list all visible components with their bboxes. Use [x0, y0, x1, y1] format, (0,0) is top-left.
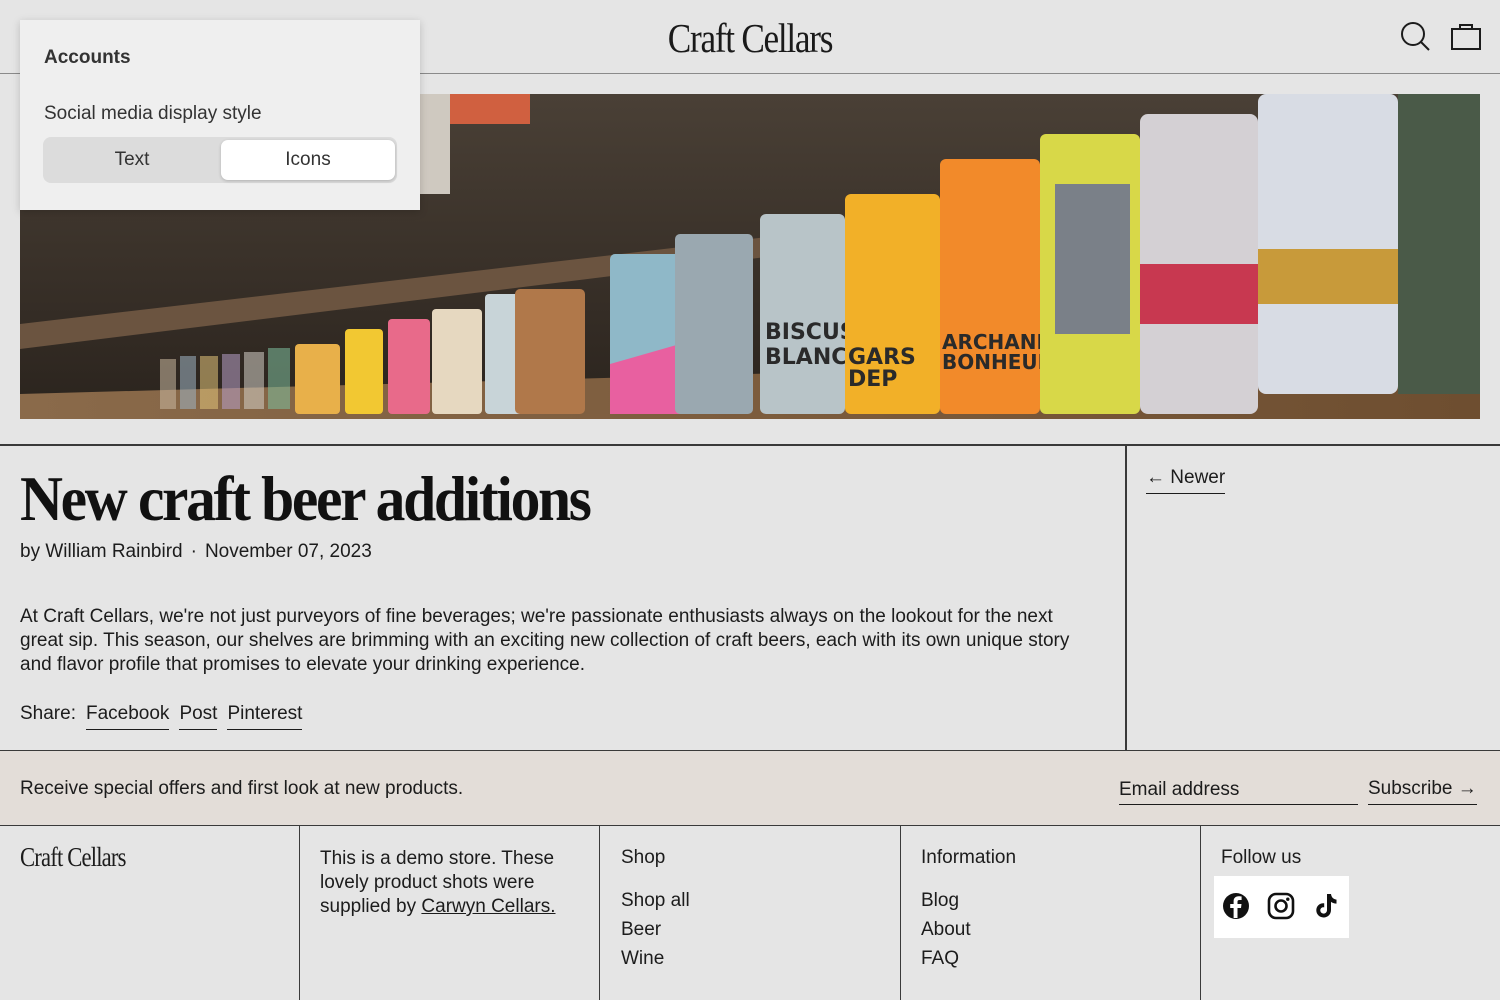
article-title: New craft beer additions	[20, 463, 592, 534]
footer-link-beer[interactable]: Beer	[621, 919, 661, 940]
newsletter-message: Receive special offers and first look at…	[20, 778, 464, 799]
share-label: Share:	[20, 703, 76, 724]
share-facebook-link[interactable]: Facebook	[85, 703, 170, 730]
article-date: November 07, 2023	[204, 541, 372, 562]
style-option-icons[interactable]: Icons	[221, 140, 395, 180]
cart-icon[interactable]	[1450, 20, 1482, 52]
email-field[interactable]	[1119, 775, 1358, 805]
footer-logo[interactable]: Craft Cellars	[20, 842, 126, 873]
footer-information-list: Blog About FAQ	[921, 890, 971, 977]
panel-title: Accounts	[44, 47, 131, 68]
svg-text:DEP: DEP	[848, 367, 897, 392]
footer-demo-text: This is a demo store. These lovely produ…	[320, 847, 580, 919]
instagram-icon[interactable]	[1266, 891, 1296, 921]
article-body: At Craft Cellars, we're not just purveyo…	[20, 606, 1070, 675]
footer-shop-heading: Shop	[621, 847, 666, 868]
article-author: by William Rainbird	[20, 541, 183, 562]
section-divider	[0, 444, 1500, 446]
svg-text:BONHEUR: BONHEUR	[942, 350, 1053, 374]
footer-follow-heading: Follow us	[1221, 847, 1302, 868]
footer-link-shop-all[interactable]: Shop all	[621, 890, 690, 911]
footer-shop-list: Shop all Beer Wine	[621, 890, 690, 977]
footer-link-wine[interactable]: Wine	[621, 948, 664, 969]
newer-post-link[interactable]: ← Newer	[1146, 467, 1226, 494]
article-sidebar-divider	[1125, 445, 1127, 751]
svg-text:BLANC: BLANC	[765, 345, 847, 370]
social-style-toggle: Text Icons	[43, 137, 397, 183]
carwyn-cellars-link[interactable]: Carwyn Cellars.	[421, 896, 555, 917]
style-option-text[interactable]: Text	[45, 140, 219, 180]
tiktok-icon[interactable]	[1311, 891, 1341, 921]
share-pinterest-link[interactable]: Pinterest	[227, 703, 303, 730]
footer-link-about[interactable]: About	[921, 919, 971, 940]
search-icon[interactable]	[1399, 20, 1431, 52]
footer-link-faq[interactable]: FAQ	[921, 948, 959, 969]
article-byline: by William Rainbird · November 07, 2023	[20, 541, 372, 563]
newsletter-bar: Receive special offers and first look at…	[0, 751, 1500, 826]
share-post-link[interactable]: Post	[179, 703, 218, 730]
footer-link-blog[interactable]: Blog	[921, 890, 959, 911]
share-links: Share: Facebook Post Pinterest	[20, 703, 312, 730]
facebook-icon[interactable]	[1221, 891, 1251, 921]
svg-text:BISCUS: BISCUS	[765, 320, 856, 345]
social-icons	[1214, 876, 1349, 938]
social-style-label: Social media display style	[44, 103, 262, 124]
byline-separator: ·	[190, 541, 197, 562]
subscribe-button[interactable]: Subscribe →	[1368, 778, 1477, 805]
accounts-settings-panel: Accounts Social media display style Text…	[20, 20, 420, 210]
footer-information-heading: Information	[921, 847, 1017, 868]
